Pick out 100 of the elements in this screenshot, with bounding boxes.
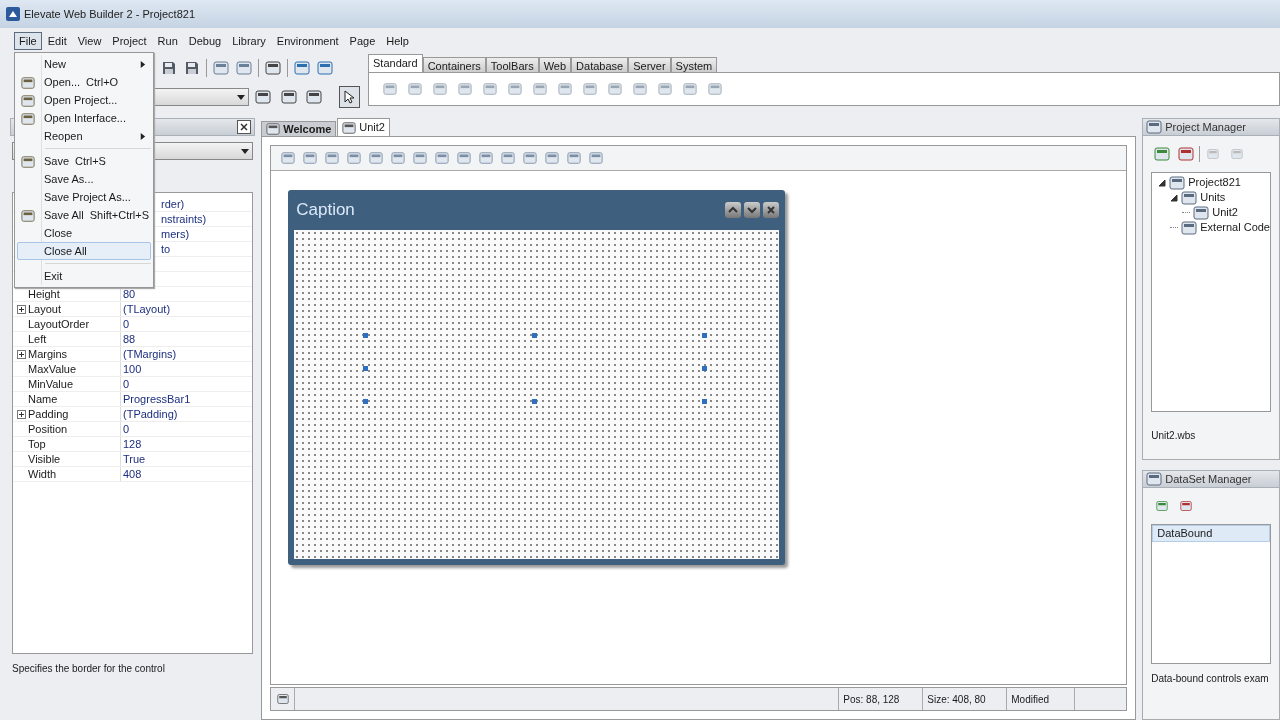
control-icon [708,82,722,96]
selection-handle[interactable] [702,333,708,338]
property-value[interactable]: 88 [121,330,136,348]
property-name: MinValue [28,376,74,392]
property-name: Layout [28,301,62,317]
shortcut-label: Ctrl+O [86,74,119,90]
expand-box-icon[interactable] [17,349,26,359]
control-icon [533,82,547,96]
palette-tab[interactable]: Containers [422,57,486,72]
palette-tab[interactable]: Server [628,57,671,72]
property-value[interactable]: 100 [121,360,142,378]
palette-tab[interactable]: Web [538,57,572,72]
selection-handle[interactable] [363,399,369,404]
menu-option[interactable]: Save As... [17,170,151,188]
window-icon [1154,147,1171,161]
expand-box-icon[interactable] [17,304,26,314]
window-icon [265,61,281,75]
menu-item[interactable]: Debug [183,32,227,50]
close-button[interactable] [763,202,780,218]
menu-option[interactable]: Open Interface... [17,109,151,127]
palette-tab[interactable]: ToolBars [485,57,539,72]
tree-item[interactable]: Units [1200,189,1226,206]
selection-handle[interactable] [363,366,369,371]
restore-button[interactable] [725,202,742,218]
property-value[interactable]: (TMargins) [121,345,177,363]
menu-option[interactable]: Save Project As... [17,188,151,206]
property-value[interactable]: 0 [121,315,130,333]
menu-item[interactable]: View [72,32,107,50]
dropdown-arrow-icon [241,147,250,155]
property-name: Position [28,421,68,437]
property-value[interactable]: 80 [121,285,136,303]
menu-item[interactable]: Help [381,32,414,50]
app-icon [6,7,20,21]
menu-item[interactable]: File [14,32,42,50]
panel-icon [1146,472,1163,486]
menu-option[interactable]: Exit [17,267,151,285]
menu-option[interactable]: Save All Shift+Ctrl+S [17,206,151,224]
menu-item[interactable]: Run [152,32,183,50]
selection-handle[interactable] [532,333,538,338]
editor-tab[interactable]: Unit2 [337,118,390,136]
tree-item[interactable]: Project821 [1188,174,1241,191]
control-icon [383,82,397,96]
window-icon [236,61,252,75]
selection-handle[interactable] [532,399,538,404]
expand-arrow-icon[interactable] [1170,193,1179,202]
menu-item[interactable]: Environment [271,32,344,50]
window-icon [317,61,333,75]
form-icon [276,692,289,706]
property-value[interactable]: 408 [121,465,142,483]
property-value[interactable]: (TPadding) [121,405,178,423]
property-name: LayoutOrder [28,316,90,332]
property-name: Margins [28,346,68,362]
property-value[interactable]: 128 [121,435,142,453]
menu-option[interactable]: Close All [17,242,151,260]
property-value[interactable]: (TLayout) [121,300,171,318]
pointer-button[interactable] [338,86,360,108]
property-name: Visible [28,451,61,467]
menu-option[interactable]: Reopen [17,127,151,145]
menu-item[interactable]: Page [344,32,381,50]
form-window[interactable]: Caption [288,190,786,565]
menu-option[interactable]: Save Ctrl+S [17,152,151,170]
expand-box-icon[interactable] [17,409,26,419]
window-icon [213,61,229,75]
menu-item[interactable]: Project [107,32,152,50]
property-name: MaxValue [28,361,77,377]
window-icon [1193,205,1210,220]
expand-arrow-icon[interactable] [1158,178,1167,187]
tree-item[interactable]: External Code [1200,219,1270,236]
menu-option[interactable]: Open... Ctrl+O [17,73,151,91]
palette-tab[interactable]: Standard [368,54,423,72]
property-name: Top [28,436,46,452]
window-icon [1178,147,1195,161]
status-size: Size: 408, 80 [922,688,1007,710]
property-value[interactable]: 0 [121,420,130,438]
property-description: Specifies the border for the control [12,661,165,676]
dataset-item[interactable]: DataBound [1152,525,1270,542]
close-button[interactable] [237,120,252,134]
palette-tab[interactable]: System [670,57,718,72]
selection-handle[interactable] [363,333,369,338]
property-value[interactable]: True [121,450,146,468]
selection-handle[interactable] [702,366,708,371]
menu-option[interactable]: New [17,55,151,73]
editor-tab[interactable]: Welcome [261,121,337,136]
control-icon [508,82,522,96]
menu-option[interactable]: Open Project... [17,91,151,109]
tree-item[interactable]: Unit2 [1212,204,1238,221]
property-value[interactable]: 0 [121,375,130,393]
menu-item[interactable]: Library [227,32,271,50]
menu-item[interactable]: Edit [42,32,72,50]
submenu-arrow-icon [139,60,146,68]
palette-tab[interactable]: Database [571,57,629,72]
window-icon [1181,190,1198,205]
minimize-button[interactable] [744,202,761,218]
control-icon [408,82,422,96]
shortcut-label: Shift+Ctrl+S [89,207,150,223]
selection-handle[interactable] [702,399,708,404]
property-name: Width [28,466,57,482]
control-icon [608,82,622,96]
property-value[interactable]: ProgressBar1 [121,390,191,408]
menu-option[interactable]: Close [17,224,151,242]
